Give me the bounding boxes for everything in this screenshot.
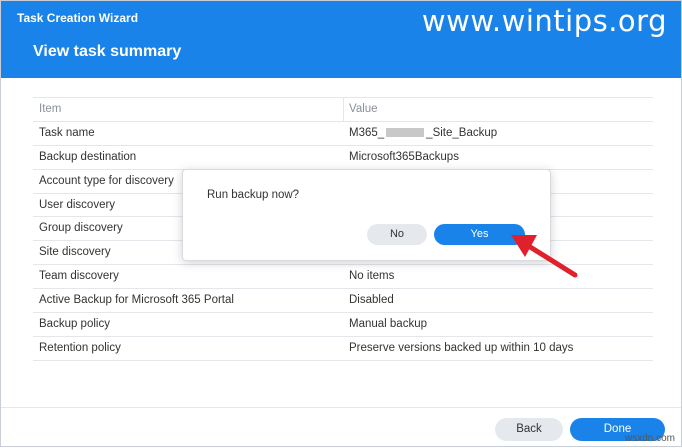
table-row: Backup policy Manual backup [33,313,653,337]
row-item: Account type for discovery [39,174,174,187]
row-value: Manual backup [349,318,427,331]
dialog-message: Run backup now? [207,189,300,201]
column-divider [343,98,344,121]
row-value: Microsoft365Backups [349,150,459,163]
row-value: No items [349,270,395,283]
row-value: Preserve versions backed up within 10 da… [349,341,574,354]
row-item: Team discovery [39,270,119,283]
row-item: Backup policy [39,318,110,331]
credit-watermark: wsxdn.com [624,433,675,444]
confirm-dialog: Run backup now? No Yes [182,169,551,261]
red-arrow-annotation [511,235,578,278]
window-title: Task Creation Wizard [17,11,139,25]
column-header-value: Value [349,103,378,115]
row-item: Group discovery [39,222,123,235]
row-item: Active Backup for Microsoft 365 Portal [39,294,234,307]
watermark: www.wintips.org [421,4,667,38]
wizard-footer: Back Done [1,407,681,448]
wizard-header: Task Creation Wizard View task summary w… [1,1,681,78]
row-item: Task name [39,126,95,139]
redacted-block [386,127,425,137]
row-item: Retention policy [39,341,121,354]
table-row: Backup destination Microsoft365Backups [33,146,653,170]
wizard-window: Task Creation Wizard View task summary w… [0,0,682,447]
no-button[interactable]: No [367,224,427,245]
row-item: User discovery [39,198,116,211]
back-button[interactable]: Back [495,418,563,441]
page-title: View task summary [33,43,182,60]
table-row: Active Backup for Microsoft 365 Portal D… [33,289,653,314]
table-row: Retention policy Preserve versions backe… [33,337,653,361]
table-row: Task name M365_ _Site_Backup [33,122,653,146]
row-item: Backup destination [39,150,137,163]
row-item: Site discovery [39,246,111,259]
row-value: M365_ _Site_Backup [349,126,498,139]
table-header: Item Value [33,98,653,122]
row-value: Disabled [349,294,394,307]
column-header-item: Item [39,103,62,115]
